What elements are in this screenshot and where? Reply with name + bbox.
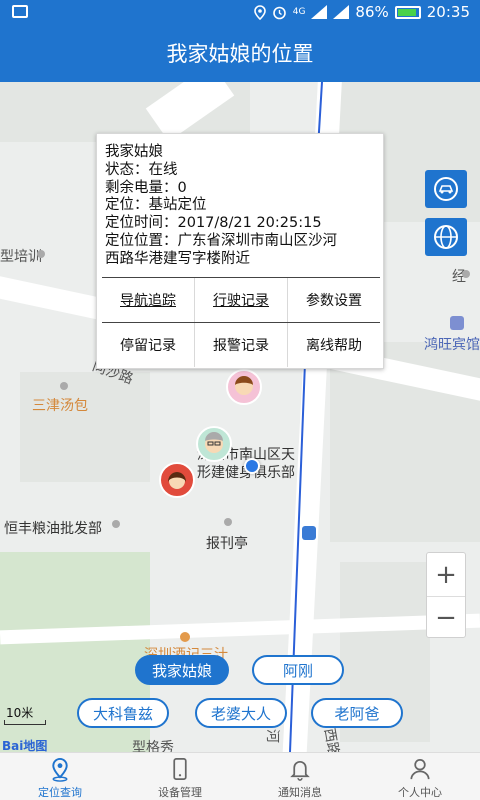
device-status: 状态：在线 (105, 161, 178, 178)
zoom-in-button[interactable]: + (427, 553, 465, 596)
hotel-icon (450, 316, 464, 330)
map-scale-label: 10米 (6, 706, 34, 720)
tab-notifications[interactable]: 通知消息 (240, 753, 360, 800)
settings-button[interactable]: 参数设置 (288, 278, 380, 322)
restaurant-icon (180, 632, 190, 642)
map-layer-button[interactable] (425, 218, 467, 256)
bell-icon (290, 760, 310, 781)
nav-track-button[interactable]: 导航追踪 (102, 278, 195, 322)
status-icons: 4G 86% 20:35 (253, 3, 470, 21)
device-chip-cruze[interactable]: 大科鲁兹 (77, 698, 169, 728)
tab-devices[interactable]: 设备管理 (120, 753, 240, 800)
device-location-2: 西路华港建写字楼附近 (105, 250, 250, 267)
label-tangbao: 三津汤包 (32, 398, 88, 414)
person-icon (410, 759, 430, 780)
poi-dot (462, 270, 470, 278)
poi-dot (112, 520, 120, 528)
bottom-tab-bar: 定位查询 设备管理 通知消息 个人中心 (0, 752, 480, 800)
phone-icon (173, 758, 187, 780)
gallery-icon (12, 5, 28, 18)
label-he: 河 (264, 729, 280, 743)
page-title: 我家姑娘的位置 (0, 26, 480, 82)
device-chip-agang[interactable]: 阿刚 (252, 655, 344, 685)
status-bar: 4G 86% 20:35 (0, 0, 480, 26)
bus-stop-icon (302, 526, 316, 540)
alarm-icon (272, 6, 286, 19)
car-icon (434, 177, 458, 201)
traffic-button[interactable] (425, 170, 467, 208)
driving-record-button[interactable]: 行驶记录 (195, 278, 288, 322)
tab-profile-label: 个人中心 (398, 786, 442, 799)
signal-icon (311, 5, 328, 19)
device-battery: 剩余电量：0 (105, 179, 187, 196)
label-newspaper: 报刊亭 (206, 536, 248, 552)
device-chip-dad[interactable]: 老阿爸 (311, 698, 403, 728)
battery-icon (394, 5, 421, 19)
zoom-control: + − (426, 552, 466, 638)
device-info-popup: 我家姑娘 状态：在线 剩余电量：0 定位：基站定位 定位时间：2017/8/21… (96, 133, 384, 369)
device-info: 我家姑娘 状态：在线 剩余电量：0 定位：基站定位 定位时间：2017/8/21… (105, 144, 381, 269)
label-training: 型培训 (0, 249, 42, 265)
alarm-record-button[interactable]: 报警记录 (195, 323, 288, 367)
label-hotel: 鸿旺宾馆 (424, 337, 480, 353)
device-name: 我家姑娘 (105, 144, 163, 160)
avatar-woman-pin[interactable] (159, 462, 195, 498)
battery-percent: 86% (355, 3, 389, 21)
network-type: 4G (292, 7, 306, 17)
current-location-dot (244, 458, 260, 474)
poi-dot (224, 518, 232, 526)
poi-dot (37, 250, 45, 258)
label-grain: 恒丰粮油批发部 (4, 521, 102, 537)
device-time: 定位时间：2017/8/21 20:25:15 (105, 215, 322, 232)
tab-notifications-label: 通知消息 (278, 786, 322, 799)
poi-dot (60, 382, 68, 390)
map-scale-bar (4, 720, 46, 725)
label-xingge: 型格秀 (132, 740, 174, 752)
tab-profile[interactable]: 个人中心 (360, 753, 480, 800)
tab-location-label: 定位查询 (38, 786, 82, 799)
device-chip-wife[interactable]: 老婆大人 (195, 698, 287, 728)
location-pin-icon (52, 757, 68, 782)
avatar-elder-pin[interactable] (196, 426, 232, 462)
device-location-1: 定位位置：广东省深圳市南山区沙河 (105, 232, 337, 249)
avatar-girl-pin[interactable] (226, 369, 262, 405)
location-icon (253, 4, 266, 20)
popup-action-row-1: 导航追踪 行驶记录 参数设置 (102, 278, 380, 322)
globe-icon (434, 225, 458, 249)
clock: 20:35 (426, 3, 470, 21)
signal-icon-2 (333, 5, 350, 19)
popup-action-row-2: 停留记录 报警记录 离线帮助 (102, 323, 380, 367)
offline-help-button[interactable]: 离线帮助 (288, 323, 380, 367)
tab-location[interactable]: 定位查询 (0, 753, 120, 800)
tab-devices-label: 设备管理 (158, 786, 202, 799)
device-chip-girl[interactable]: 我家姑娘 (135, 655, 229, 685)
stay-record-button[interactable]: 停留记录 (102, 323, 195, 367)
zoom-out-button[interactable]: − (427, 596, 465, 639)
device-positioning: 定位：基站定位 (105, 197, 207, 214)
